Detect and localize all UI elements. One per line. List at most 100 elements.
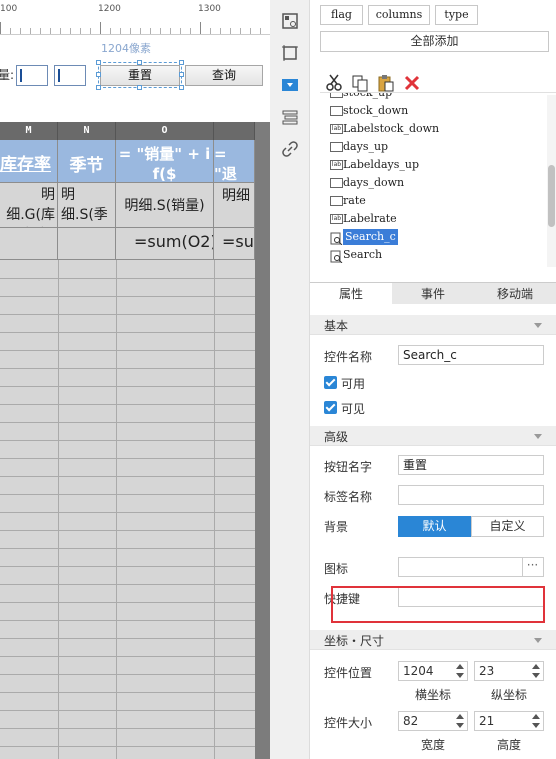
input-widget-icon	[330, 93, 343, 98]
widget-name-input[interactable]: Search_c	[398, 345, 544, 365]
sheet-vertical-scrollbar[interactable]	[255, 122, 270, 759]
resize-handle[interactable]	[179, 85, 184, 90]
tree-item[interactable]: days_up	[320, 139, 556, 155]
scissors-icon[interactable]	[325, 74, 343, 92]
formula-cell[interactable]	[0, 228, 58, 260]
sheet-grid-body[interactable]	[0, 260, 255, 759]
resize-handle[interactable]	[179, 60, 184, 65]
tab-mobile[interactable]: 移动端	[474, 283, 556, 305]
field-tag-columns[interactable]: columns	[368, 5, 430, 25]
number-input[interactable]	[54, 65, 86, 86]
resize-handle[interactable]	[137, 85, 142, 90]
icon-label: 图标	[324, 562, 349, 576]
column-header-m[interactable]: M	[0, 122, 58, 140]
detail-cell[interactable]: 明细.S(销量)	[116, 183, 214, 228]
horizontal-ruler: 100 1200 1300	[0, 4, 270, 36]
visible-checkbox[interactable]	[324, 401, 337, 414]
header-cell[interactable]: 库存率	[0, 140, 58, 183]
tree-item[interactable]: lab Labeldays_up	[320, 157, 556, 173]
frame-icon[interactable]	[281, 44, 299, 62]
link-icon[interactable]	[281, 140, 299, 158]
resize-handle[interactable]	[137, 60, 142, 65]
ruler-tick	[60, 28, 61, 34]
detail-cell[interactable]: 明细.S(季节)	[58, 183, 116, 228]
detail-cell[interactable]: 明细.G(库存率)	[0, 183, 58, 228]
number-input[interactable]	[16, 65, 48, 86]
formula-cell[interactable]: =sum(O2)	[116, 228, 214, 260]
grid-line	[0, 314, 255, 315]
section-geometry[interactable]: 坐标・尺寸	[310, 630, 556, 650]
dropdown-widget-icon[interactable]	[281, 76, 299, 94]
grid-line	[0, 512, 255, 513]
icon-browse-button[interactable]: ···	[522, 557, 544, 577]
height-stepper[interactable]: 21	[474, 711, 544, 731]
tree-item[interactable]: lab Labelstock_down	[320, 121, 556, 137]
resize-handle[interactable]	[96, 60, 101, 65]
header-cell[interactable]: 季节	[58, 140, 116, 183]
icon-input[interactable]	[398, 557, 523, 577]
ruler-tick	[200, 22, 201, 34]
delete-icon[interactable]	[403, 74, 421, 92]
input-widget-icon	[330, 196, 343, 206]
selection-frame[interactable]	[96, 60, 184, 90]
field-tag-type[interactable]: type	[435, 5, 478, 25]
formula-cell[interactable]: =su	[214, 228, 255, 260]
header-cell[interactable]: = "退 +	[214, 140, 255, 183]
tree-scrollbar[interactable]	[547, 95, 556, 267]
column-header-o[interactable]: O	[116, 122, 214, 140]
detail-cell[interactable]: 明细	[214, 183, 255, 228]
header-cell[interactable]: = "销量" + if($	[116, 140, 214, 183]
grid-line	[0, 620, 255, 621]
label-widget-icon: lab	[330, 160, 343, 170]
collapse-arrow-icon[interactable]	[534, 323, 542, 328]
tree-item[interactable]: stock_down	[320, 103, 556, 119]
paste-icon[interactable]	[377, 74, 395, 92]
formula-cell[interactable]	[58, 228, 116, 260]
tree-item[interactable]: days_down	[320, 175, 556, 191]
ruler-tick	[100, 22, 101, 34]
tree-item[interactable]: Search_c	[320, 229, 556, 246]
section-advanced[interactable]: 高级	[310, 426, 556, 446]
grid-line	[58, 260, 59, 759]
report-design-canvas[interactable]: 100 1200 1300 1204像素 量: 重置 查询 M N O 库存率 …	[0, 0, 270, 759]
grid-line	[0, 422, 255, 423]
resize-handle[interactable]	[96, 85, 101, 90]
tree-scroll-thumb[interactable]	[548, 165, 555, 227]
add-all-button[interactable]: 全部添加	[320, 31, 549, 52]
column-header-p[interactable]	[214, 122, 255, 140]
widget-settings-icon[interactable]	[281, 12, 299, 30]
tab-properties[interactable]: 属性	[310, 283, 392, 305]
collapse-arrow-icon[interactable]	[534, 638, 542, 643]
tab-events[interactable]: 事件	[392, 283, 474, 305]
field-tag-flag[interactable]: flag	[320, 5, 363, 25]
tree-item[interactable]: Search	[320, 247, 556, 264]
x-position-stepper[interactable]: 1204	[398, 661, 468, 681]
enabled-label: 可用	[341, 377, 366, 391]
y-position-stepper[interactable]: 23	[474, 661, 544, 681]
resize-handle[interactable]	[96, 72, 101, 77]
grid-line	[0, 476, 255, 477]
background-custom-option[interactable]: 自定义	[471, 516, 544, 537]
query-button[interactable]: 查询	[185, 65, 263, 86]
x-position-caption: 横坐标	[414, 688, 451, 702]
input-widget-icon	[330, 178, 343, 188]
grid-line	[0, 404, 255, 405]
tree-item[interactable]: rate	[320, 193, 556, 209]
column-header-n[interactable]: N	[58, 122, 116, 140]
tag-name-input[interactable]	[398, 485, 544, 505]
layers-icon[interactable]	[281, 108, 299, 126]
background-default-option[interactable]: 默认	[398, 516, 471, 537]
tool-strip	[270, 0, 310, 759]
section-advanced-title: 高级	[324, 430, 349, 444]
button-text-input[interactable]: 重置	[398, 455, 544, 475]
resize-handle[interactable]	[179, 72, 184, 77]
tree-item[interactable]: lab Labelrate	[320, 211, 556, 227]
tree-item[interactable]: stock_up	[320, 93, 556, 101]
input-widget-icon	[330, 142, 343, 152]
grid-line	[0, 350, 255, 351]
enabled-checkbox[interactable]	[324, 376, 337, 389]
copy-icon[interactable]	[351, 74, 369, 92]
section-basic[interactable]: 基本	[310, 315, 556, 335]
collapse-arrow-icon[interactable]	[534, 434, 542, 439]
width-stepper[interactable]: 82	[398, 711, 468, 731]
